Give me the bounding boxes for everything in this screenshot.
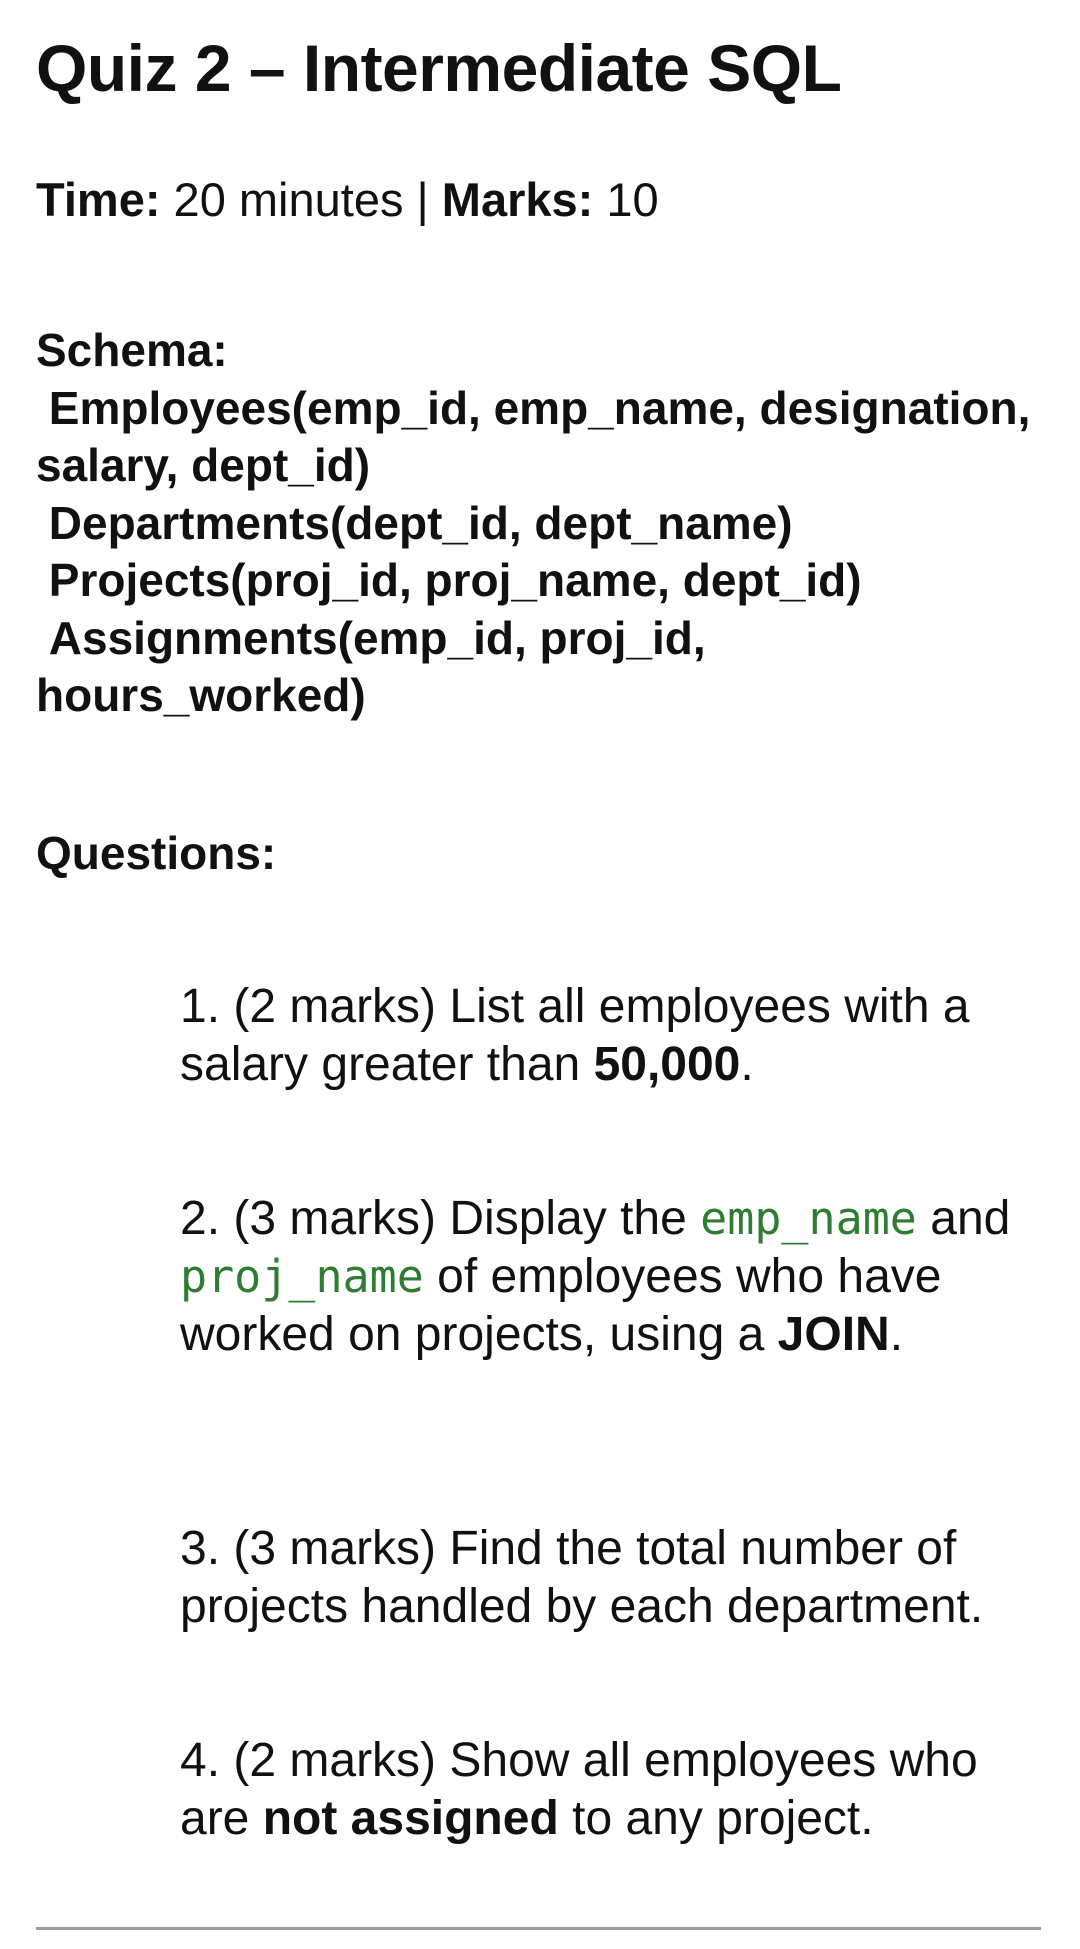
quiz-meta: Time: 20 minutes | Marks: 10 (36, 170, 659, 230)
schema-block: Schema: Employees(emp_id, emp_name, desi… (36, 322, 1046, 725)
marks-value: 10 (593, 173, 659, 226)
schema-line-employees: Employees(emp_id, emp_name, designation,… (36, 381, 1044, 492)
code-emp-name: emp_name (700, 1192, 917, 1245)
schema-line-assignments: Assignments(emp_id, proj_id, hours_worke… (36, 611, 719, 722)
code-proj-name: proj_name (180, 1250, 424, 1303)
question-2-suffix: . (889, 1308, 904, 1361)
question-2-bold: JOIN (777, 1308, 890, 1361)
question-1-text: 1. (2 marks) List all employees with a s… (180, 980, 970, 1091)
question-1-suffix: . (740, 1038, 754, 1091)
question-4: 4. (2 marks) Show all employees who are … (180, 1732, 1040, 1848)
schema-line-projects: Projects(proj_id, proj_name, dept_id) (36, 554, 862, 606)
question-1-bold: 50,000 (593, 1038, 741, 1091)
question-3-text: 3. (3 marks) Find the total number of pr… (180, 1522, 984, 1633)
time-label: Time: (36, 173, 161, 226)
quiz-page: Quiz 2 – Intermediate SQL Time: 20 minut… (0, 0, 1080, 1949)
question-3: 3. (3 marks) Find the total number of pr… (180, 1520, 1040, 1636)
page-title: Quiz 2 – Intermediate SQL (36, 31, 842, 105)
questions-heading: Questions: (36, 827, 277, 879)
question-2-text: 2. (3 marks) Display the (180, 1192, 701, 1245)
bottom-divider (36, 1927, 1041, 1930)
time-value: 20 minutes | (160, 173, 442, 226)
question-1: 1. (2 marks) List all employees with a s… (180, 978, 1040, 1094)
marks-label: Marks: (441, 173, 594, 226)
question-4-suffix: to any project. (558, 1792, 874, 1845)
question-4-bold: not assigned (262, 1792, 559, 1845)
question-2-middle: and (916, 1192, 1011, 1245)
question-2: 2. (3 marks) Display the emp_name and pr… (180, 1190, 1040, 1364)
schema-line-departments: Departments(dept_id, dept_name) (36, 496, 793, 549)
schema-heading: Schema: (36, 324, 228, 376)
